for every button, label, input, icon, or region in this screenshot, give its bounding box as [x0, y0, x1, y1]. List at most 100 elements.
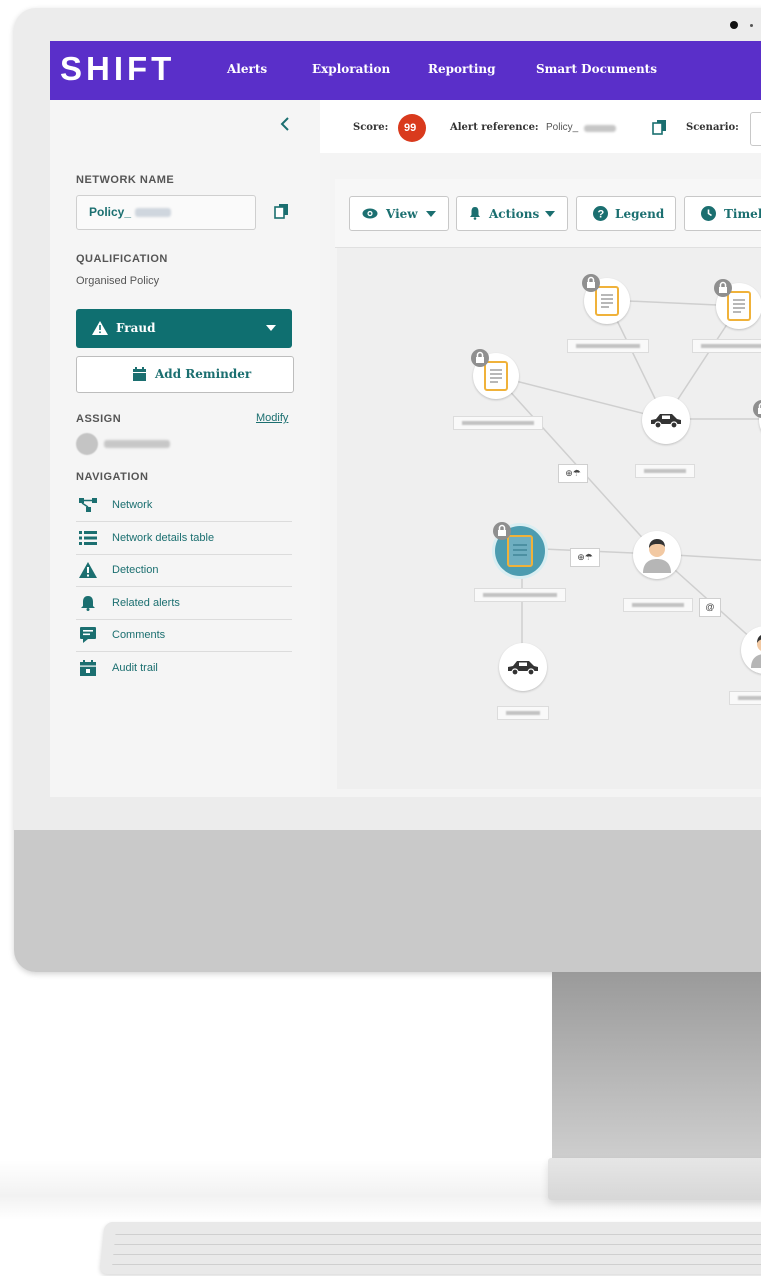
calendar-icon — [80, 660, 96, 676]
scenario-label: Scenario: — [686, 122, 739, 133]
vehicle-node[interactable] — [499, 643, 547, 691]
shift-logo[interactable]: SHIFT — [60, 50, 175, 88]
bell-icon — [81, 596, 95, 611]
actions-label: Actions — [489, 207, 540, 221]
redacted-text — [135, 208, 171, 217]
collapse-chevron-icon[interactable] — [278, 116, 292, 132]
document-node[interactable] — [582, 274, 630, 324]
node-label-redacted — [635, 464, 695, 478]
node-label-redacted — [474, 588, 566, 602]
score-value: 99 — [404, 122, 417, 134]
relation-box[interactable]: ⊕☂ — [570, 548, 600, 567]
app-screen: SHIFT Alerts Exploration Reporting Smart… — [50, 41, 761, 797]
document-node[interactable] — [471, 349, 519, 399]
fraud-dropdown-button[interactable]: Fraud — [76, 309, 292, 348]
alert-reference-value: Policy_ — [546, 122, 579, 133]
warning-icon — [92, 321, 108, 335]
sidebar-item-label: Network — [112, 499, 153, 511]
sidebar-item-comments[interactable]: Comments — [76, 620, 292, 652]
nav-exploration[interactable]: Exploration — [312, 62, 390, 76]
warning-icon — [79, 562, 97, 578]
document-node[interactable] — [714, 279, 761, 329]
sidebar-item-label: Network details table — [112, 532, 215, 544]
redacted-text — [584, 125, 616, 132]
relation-box[interactable]: ⊕☂ — [558, 464, 588, 483]
relation-box[interactable]: @ — [699, 598, 721, 617]
node-label-redacted — [453, 416, 543, 430]
lock-icon — [753, 400, 761, 418]
alert-info-bar: Score: 99 Alert reference: Policy_ Scena… — [320, 100, 761, 154]
graph-edges — [495, 299, 761, 658]
node-label-redacted — [497, 706, 549, 720]
list-icon — [79, 531, 97, 545]
sidebar-item-network-details-table[interactable]: Network details table — [76, 523, 292, 555]
svg-text:?: ? — [598, 209, 605, 221]
sidebar-item-network[interactable]: Network — [76, 490, 292, 522]
caret-down-icon — [266, 325, 276, 331]
actions-button[interactable]: Actions — [456, 196, 568, 231]
assignee-name-redacted — [104, 440, 170, 448]
person-node[interactable] — [633, 531, 681, 579]
selected-document-node[interactable] — [493, 522, 545, 576]
monitor-chin — [14, 830, 761, 972]
node-label-redacted — [692, 339, 761, 353]
assignee-avatar — [76, 433, 98, 455]
nav-reporting[interactable]: Reporting — [428, 62, 496, 76]
add-reminder-button[interactable]: Add Reminder — [76, 356, 294, 393]
scenario-field[interactable] — [750, 112, 761, 146]
sidebar-item-label: Comments — [112, 629, 166, 641]
timeline-button[interactable]: Timeli — [684, 196, 761, 231]
modify-link[interactable]: Modify — [256, 412, 288, 424]
view-label: View — [386, 207, 418, 221]
copy-icon[interactable] — [652, 119, 668, 135]
sidebar-item-label: Audit trail — [112, 662, 158, 674]
network-name-field[interactable]: Policy_ — [76, 195, 256, 230]
sidebar-item-label: Detection — [112, 564, 159, 576]
sidebar: NETWORK NAME Policy_ QUALIFICATION Organ… — [50, 100, 320, 797]
sidebar-item-label: Related alerts — [112, 597, 180, 609]
network-icon — [79, 498, 97, 512]
network-graph-canvas[interactable]: ⊕☂ ⊕☂ @ — [337, 248, 761, 789]
monitor-stand — [552, 972, 761, 1162]
node-label-redacted — [567, 339, 649, 353]
camera-dot — [730, 21, 738, 29]
legend-label: Legend — [615, 207, 665, 221]
qualification-value: Organised Policy — [76, 275, 160, 287]
lock-icon — [714, 279, 732, 297]
score-badge: 99 — [398, 114, 426, 142]
sidebar-item-detection[interactable]: Detection — [76, 555, 292, 587]
car-icon — [651, 414, 681, 429]
nav-smart-documents[interactable]: Smart Documents — [536, 62, 657, 76]
copy-icon[interactable] — [274, 203, 290, 219]
graph-toolbar: View Actions ? Legend Timeli — [335, 179, 761, 248]
eye-icon — [362, 208, 378, 219]
navigation-label: NAVIGATION — [76, 471, 149, 483]
vehicle-node[interactable] — [642, 396, 690, 444]
node-label-redacted — [623, 598, 693, 612]
view-button[interactable]: View — [349, 196, 449, 231]
lock-icon — [582, 274, 600, 292]
sidebar-item-related-alerts[interactable]: Related alerts — [76, 588, 292, 620]
qualification-label: QUALIFICATION — [76, 253, 168, 265]
person-icon — [751, 635, 761, 668]
node-label-redacted — [729, 691, 761, 705]
key-row — [115, 1234, 761, 1235]
keyboard — [99, 1222, 761, 1274]
comment-icon — [80, 627, 96, 643]
key-row — [113, 1254, 761, 1255]
camera-sensor — [750, 24, 753, 27]
nav-alerts[interactable]: Alerts — [227, 62, 267, 76]
person-icon — [643, 539, 671, 573]
assign-label: ASSIGN — [76, 413, 122, 425]
score-label: Score: — [353, 122, 389, 133]
network-name-label: NETWORK NAME — [76, 174, 175, 186]
legend-button[interactable]: ? Legend — [576, 196, 676, 231]
caret-down-icon — [426, 211, 436, 217]
bell-icon — [470, 207, 480, 220]
sidebar-item-audit-trail[interactable]: Audit trail — [76, 653, 292, 684]
alert-reference-label: Alert reference: — [450, 122, 539, 133]
monitor-frame: SHIFT Alerts Exploration Reporting Smart… — [14, 8, 761, 972]
lock-icon — [493, 522, 511, 540]
timeline-label: Timeli — [724, 207, 761, 221]
top-nav-bar: SHIFT Alerts Exploration Reporting Smart… — [50, 41, 761, 100]
